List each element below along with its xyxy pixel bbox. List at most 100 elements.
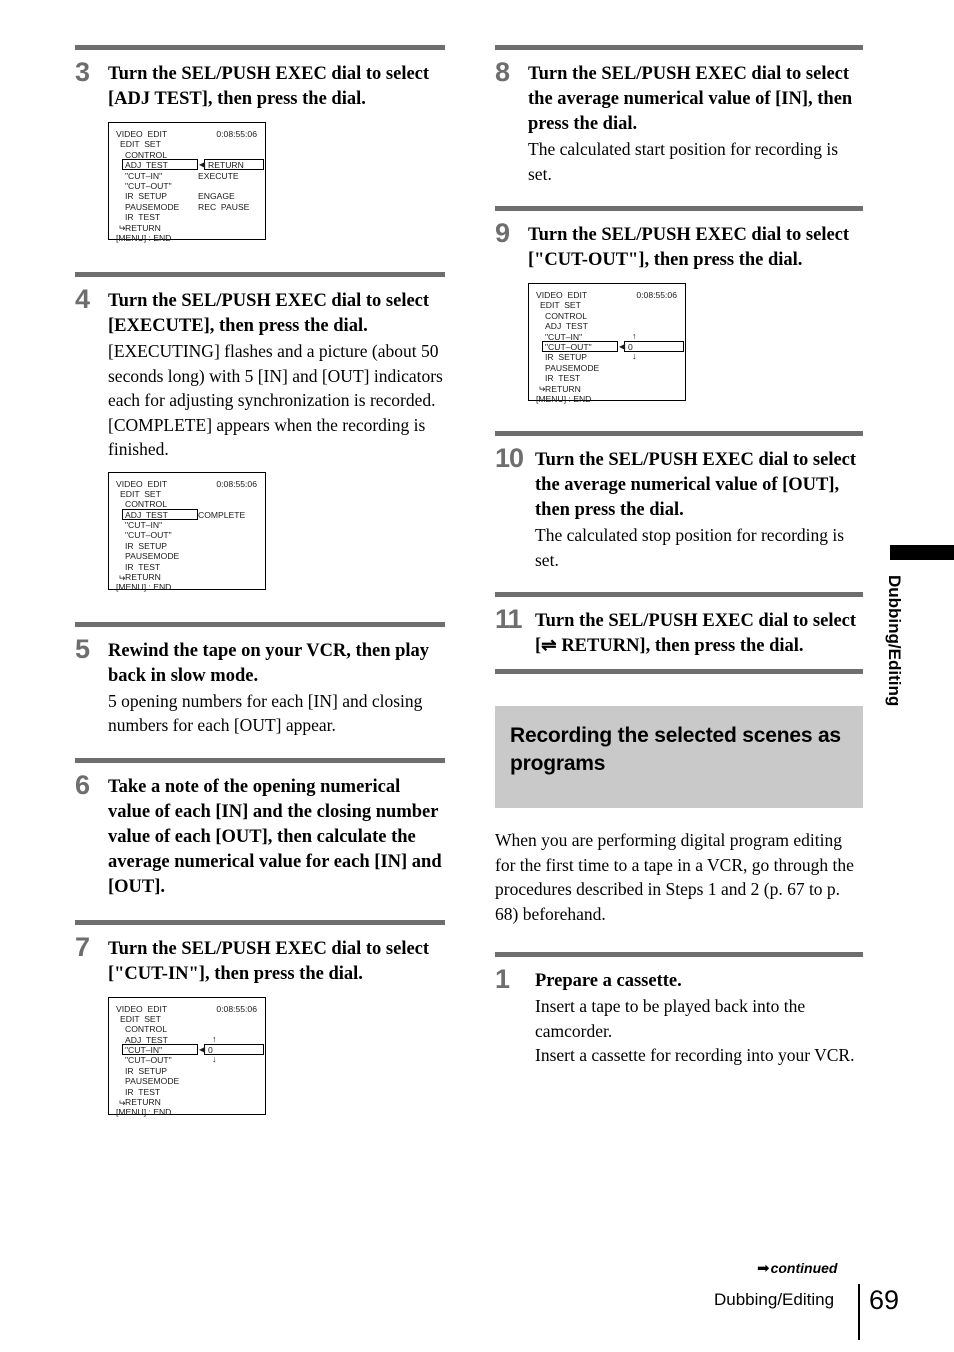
footer-section-label: Dubbing/Editing: [714, 1290, 835, 1309]
screen-menu-row[interactable]: IR TEST: [536, 373, 677, 383]
screen-menu-row[interactable]: ADJ TEST ◀ RETURN: [116, 159, 264, 171]
screen-header: VIDEO EDIT 0:08:55:06: [116, 479, 257, 489]
screen-menu-value: COMPLETE: [198, 509, 246, 520]
screen-menu-row[interactable]: ADJ TEST COMPLETE: [116, 508, 257, 520]
screen-menu-row[interactable]: IR SETUP ENGAGE: [116, 191, 257, 201]
screen-menu-row[interactable]: IR SETUP ↓: [536, 352, 677, 363]
step-number: 7: [75, 931, 90, 962]
screen-menu-label: "CUT–IN": [125, 1045, 163, 1056]
step-10: 10 Turn the SEL/PUSH EXEC dial to select…: [495, 436, 863, 572]
section-intro-text: When you are performing digital program …: [495, 830, 854, 924]
screen-menu-label: IR SETUP: [125, 1065, 168, 1076]
screen-menu-label: IR TEST: [125, 1086, 161, 1097]
screen-menu-row[interactable]: EDIT SET: [116, 1014, 257, 1024]
section-heading-title: Recording the selected scenes as program…: [510, 724, 841, 775]
screen-menu-row[interactable]: "CUT–OUT" ◀ 0: [536, 340, 684, 352]
step-title: Turn the SEL/PUSH EXEC dial to select ["…: [528, 225, 850, 270]
step-number: 5: [75, 633, 90, 664]
screen-menu-row[interactable]: CONTROL: [116, 1024, 257, 1034]
screen-menu-row[interactable]: RETURN ↵: [116, 223, 257, 234]
screen-menu-row[interactable]: EDIT SET: [536, 300, 677, 310]
lcd-screen-cut-in: VIDEO EDIT 0:08:55:06 EDIT SET CONTROL ADJ T…: [108, 996, 266, 1117]
screen-menu-row[interactable]: RETURN ↵: [116, 1097, 257, 1108]
left-triangle-icon: ◀: [619, 341, 626, 351]
screen-menu-label: [MENU] : END: [116, 232, 172, 243]
return-arrow-icon: ↵: [118, 572, 126, 583]
side-tab-marker: [890, 545, 954, 560]
screen-timecode: 0:08:55:06: [216, 1003, 257, 1014]
screen-menu-row[interactable]: RETURN ↵: [116, 572, 257, 583]
step-title-part2: RETURN], then press the dial.: [556, 636, 804, 656]
step-number: 10: [495, 443, 524, 473]
screen-menu-label: IR SETUP: [125, 540, 168, 551]
screen-menu-label: PAUSEMODE: [125, 551, 180, 562]
screen-menu-row[interactable]: "CUT–IN": [116, 520, 257, 530]
screen-menu-row[interactable]: "CUT–OUT" ↓: [116, 1055, 257, 1066]
screen-menu-row[interactable]: EDIT SET: [116, 489, 257, 499]
screen-menu-row[interactable]: ADJ TEST: [536, 321, 677, 331]
screen-menu-row[interactable]: IR SETUP: [116, 541, 257, 551]
screen-menu-row[interactable]: PAUSEMODE: [116, 551, 257, 561]
continued-text: continued: [770, 1260, 838, 1276]
screen-title: VIDEO EDIT: [116, 129, 168, 139]
screen-menu-row[interactable]: CONTROL: [536, 311, 677, 321]
screen-menu-label: "CUT–IN": [125, 170, 163, 181]
screen-menu-row[interactable]: EDIT SET: [116, 139, 257, 149]
screen-menu-value: REC PAUSE: [198, 201, 250, 212]
screen-menu-value: EXECUTE: [198, 170, 239, 181]
step-title: Turn the SEL/PUSH EXEC dial to select th…: [535, 450, 857, 520]
screen-menu-row[interactable]: IR TEST: [116, 212, 257, 222]
screen-menu-label: IR SETUP: [545, 352, 588, 363]
screen-menu-label: PAUSEMODE: [125, 201, 180, 212]
screen-menu-row[interactable]: PAUSEMODE: [116, 1076, 257, 1086]
step-title: Turn the SEL/PUSH EXEC dial to select ["…: [108, 938, 430, 984]
step-body-line2: Insert a cassette for recording into you…: [535, 1045, 855, 1065]
step-number: 1: [495, 964, 510, 994]
continued-arrow-icon: ➡: [757, 1260, 770, 1277]
screen-menu-row[interactable]: IR SETUP: [116, 1066, 257, 1076]
step-7: 7 Turn the SEL/PUSH EXEC dial to select …: [75, 925, 445, 1117]
screen-menu-label: PAUSEMODE: [125, 1076, 180, 1087]
screen-menu-row[interactable]: IR TEST: [116, 562, 257, 572]
screen-timecode: 0:08:55:06: [636, 290, 677, 300]
screen-menu-row[interactable]: "CUT–IN" ◀ 0: [116, 1044, 264, 1056]
screen-menu-label: IR TEST: [125, 561, 161, 572]
screen-menu-row[interactable]: IR TEST: [116, 1087, 257, 1097]
step-title: Turn the SEL/PUSH EXEC dial to select [⇌…: [535, 609, 863, 659]
screen-menu-row[interactable]: PAUSEMODE: [536, 363, 677, 373]
screen-menu-row[interactable]: PAUSEMODE REC PAUSE: [116, 202, 257, 212]
screen-menu-row[interactable]: "CUT–OUT": [116, 181, 257, 191]
screen-menu-row[interactable]: RETURN ↵: [536, 384, 677, 395]
step-number: 11: [495, 604, 523, 634]
step-number: 4: [75, 284, 90, 314]
lcd-screen-adj-test-return: VIDEO EDIT 0:08:55:06 EDIT SET CONTROL ADJ T…: [108, 122, 266, 243]
screen-menu-row[interactable]: "CUT–IN" EXECUTE: [116, 171, 257, 181]
screen-menu-row[interactable]: [MENU] : END: [116, 1107, 257, 1117]
screen-header: VIDEO EDIT 0:08:55:06: [536, 290, 677, 300]
right-column: 8 Turn the SEL/PUSH EXEC dial to select …: [495, 45, 863, 1068]
screen-menu-label: [MENU] : END: [116, 1107, 172, 1118]
screen-menu-row[interactable]: [MENU] : END: [116, 582, 257, 592]
step-title: Turn the SEL/PUSH EXEC dial to select [A…: [108, 64, 430, 109]
step-body-text: 5 opening numbers for each [IN] and clos…: [108, 690, 423, 736]
step-5: 5 Rewind the tape on your VCR, then play…: [75, 627, 445, 738]
screen-menu-row[interactable]: [MENU] : END: [116, 233, 257, 243]
screen-menu-label: "CUT–OUT": [125, 1055, 172, 1066]
section-heading-box: Recording the selected scenes as program…: [495, 706, 863, 808]
screen-menu-row[interactable]: [MENU] : END: [536, 394, 677, 404]
step-title: Turn the SEL/PUSH EXEC dial to select [E…: [108, 291, 430, 336]
step-title: Prepare a cassette.: [535, 971, 682, 991]
step-3: 3 Turn the SEL/PUSH EXEC dial to select …: [75, 50, 445, 243]
step-body-line1: Insert a tape to be played back into the…: [535, 996, 806, 1041]
screen-menu-label: "CUT–OUT": [125, 530, 172, 541]
screen-menu-value: RETURN: [208, 160, 244, 171]
left-triangle-icon: ◀: [199, 160, 206, 170]
return-arrow-icon: ⇌: [541, 636, 557, 656]
up-arrow-icon: ↑: [632, 330, 637, 341]
screen-timecode: 0:08:55:06: [216, 129, 257, 139]
screen-menu-label: ADJ TEST: [125, 509, 168, 520]
screen-menu-row[interactable]: "CUT–OUT": [116, 530, 257, 540]
screen-menu-label: CONTROL: [545, 310, 588, 321]
screen-timecode: 0:08:55:06: [216, 478, 257, 489]
return-arrow-icon: ↵: [538, 384, 546, 395]
